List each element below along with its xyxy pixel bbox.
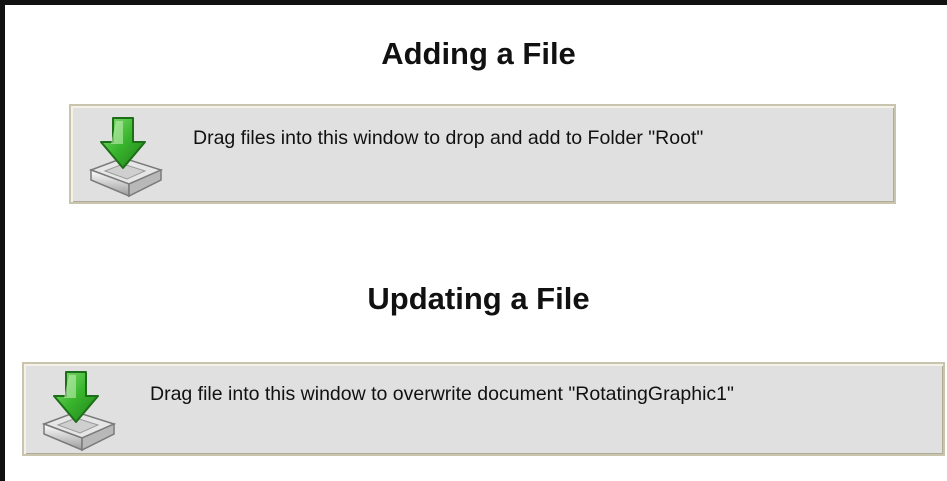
drop-tray-download-arrow-icon [41, 371, 117, 452]
add-file-dropzone-text: Drag files into this window to drop and … [193, 127, 704, 149]
update-file-dropzone[interactable]: Drag file into this window to overwrite … [22, 362, 945, 456]
add-file-dropzone[interactable]: Drag files into this window to drop and … [69, 104, 896, 204]
drop-panel-frame: Adding a File Drag files into this windo… [0, 0, 947, 481]
update-file-dropzone-text: Drag file into this window to overwrite … [150, 383, 734, 405]
adding-file-heading: Adding a File [381, 36, 576, 71]
updating-file-heading: Updating a File [367, 281, 590, 316]
drop-tray-download-arrow-icon [88, 117, 164, 198]
